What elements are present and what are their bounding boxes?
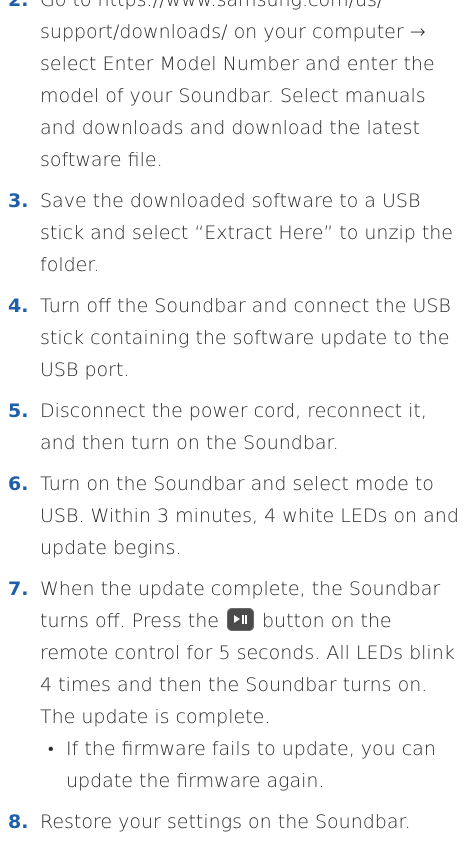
step-3: 3. Save the downloaded software to a USB… bbox=[0, 185, 467, 281]
play-pause-button-icon bbox=[226, 608, 254, 631]
step-7-sub-list: • If the firmware fails to update, you c… bbox=[40, 733, 461, 797]
step-text: Go to https://www.samsung.com/us/ suppor… bbox=[40, 0, 435, 171]
bullet-icon: • bbox=[48, 739, 54, 758]
step-number: 4. bbox=[8, 295, 29, 317]
play-triangle bbox=[233, 615, 240, 623]
step-4: 4. Turn off the Soundbar and connect the… bbox=[0, 290, 467, 386]
step-number: 6. bbox=[8, 473, 29, 495]
pause-bars bbox=[241, 615, 248, 624]
step-number: 8. bbox=[8, 811, 29, 833]
step-number: 2. bbox=[8, 0, 29, 11]
step-6: 6. Turn on the Soundbar and select mode … bbox=[0, 468, 467, 564]
step-8: 8. Restore your settings on the Soundbar… bbox=[0, 806, 467, 838]
step-2: 2. Go to https://www.samsung.com/us/ sup… bbox=[0, 0, 467, 176]
step-text: Save the downloaded software to a USB st… bbox=[40, 190, 453, 276]
step-text: Disconnect the power cord, reconnect it,… bbox=[40, 400, 427, 454]
step-number: 3. bbox=[8, 190, 29, 212]
step-7: 7. When the update complete, the Soundba… bbox=[0, 573, 467, 797]
step-text: Turn on the Soundbar and select mode to … bbox=[40, 473, 459, 559]
update-steps-list: 2. Go to https://www.samsung.com/us/ sup… bbox=[0, 0, 467, 838]
sub-list-item: • If the firmware fails to update, you c… bbox=[40, 733, 461, 797]
instructions-page: 2. Go to https://www.samsung.com/us/ sup… bbox=[0, 0, 467, 847]
step-5: 5. Disconnect the power cord, reconnect … bbox=[0, 395, 467, 459]
sub-item-text: If the firmware fails to update, you can… bbox=[66, 738, 436, 792]
step-number: 7. bbox=[8, 578, 29, 600]
step-text: Restore your settings on the Soundbar. bbox=[40, 811, 411, 833]
step-text: Turn off the Soundbar and connect the US… bbox=[40, 295, 451, 381]
step-number: 5. bbox=[8, 400, 29, 422]
